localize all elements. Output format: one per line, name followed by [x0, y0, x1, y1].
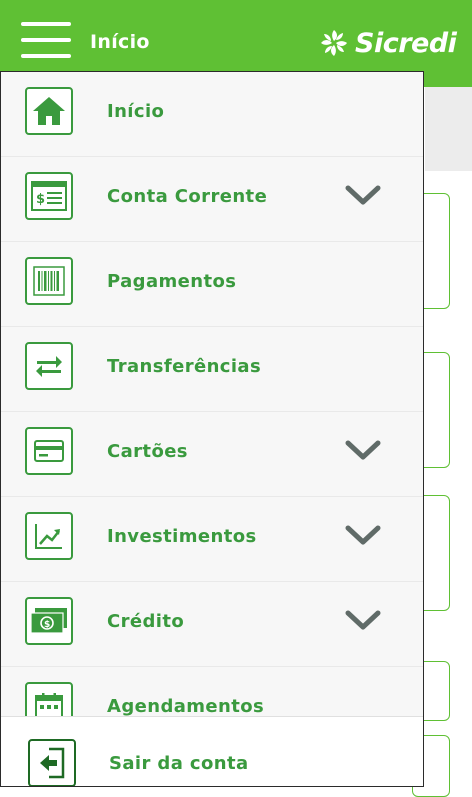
logout-icon: [28, 739, 76, 786]
logout-label: Sair da conta: [109, 753, 249, 774]
chevron-down-icon[interactable]: [345, 525, 381, 547]
statement-icon: $: [25, 172, 73, 220]
menu-item-label: Cartões: [107, 441, 188, 462]
barcode-icon: [25, 257, 73, 305]
menu-item-label: Início: [107, 101, 165, 122]
chevron-down-icon[interactable]: [345, 440, 381, 462]
menu-item-investimentos[interactable]: Investimentos: [1, 497, 423, 582]
menu-item-label: Transferências: [107, 356, 262, 377]
menu-item-transferencias[interactable]: Transferências: [1, 327, 423, 412]
page-title: Início: [90, 31, 150, 53]
menu-item-label: Pagamentos: [107, 271, 237, 292]
hamburger-icon: [21, 22, 71, 26]
chevron-down-icon[interactable]: [345, 610, 381, 632]
menu-item-credito[interactable]: $ Crédito: [1, 582, 423, 667]
svg-text:$: $: [44, 620, 50, 630]
chevron-down-icon[interactable]: [345, 185, 381, 207]
navigation-drawer: Início $ Conta Corrente Pagamentos Trans…: [0, 71, 424, 787]
menu-item-inicio[interactable]: Início: [1, 72, 423, 157]
menu-item-pagamentos[interactable]: Pagamentos: [1, 242, 423, 327]
home-icon: [25, 87, 73, 135]
menu-item-label: Agendamentos: [107, 696, 265, 717]
chart-up-icon: [25, 512, 73, 560]
menu-item-label: Crédito: [107, 611, 185, 632]
transfer-icon: [25, 342, 73, 390]
menu-item-conta-corrente[interactable]: $ Conta Corrente: [1, 157, 423, 242]
background-banner: [425, 87, 472, 171]
menu-item-cartoes[interactable]: Cartões: [1, 412, 423, 497]
menu-item-label: Investimentos: [107, 526, 257, 547]
brand-name: Sicredi: [355, 27, 457, 59]
logout-button[interactable]: Sair da conta: [1, 716, 423, 786]
money-icon: $: [25, 597, 73, 645]
sicredi-logo-icon: [321, 30, 347, 56]
hamburger-menu-button[interactable]: [21, 22, 71, 58]
menu-item-label: Conta Corrente: [107, 186, 268, 207]
brand-logo: Sicredi: [319, 26, 457, 60]
credit-card-icon: [25, 427, 73, 475]
svg-text:$: $: [36, 192, 45, 207]
